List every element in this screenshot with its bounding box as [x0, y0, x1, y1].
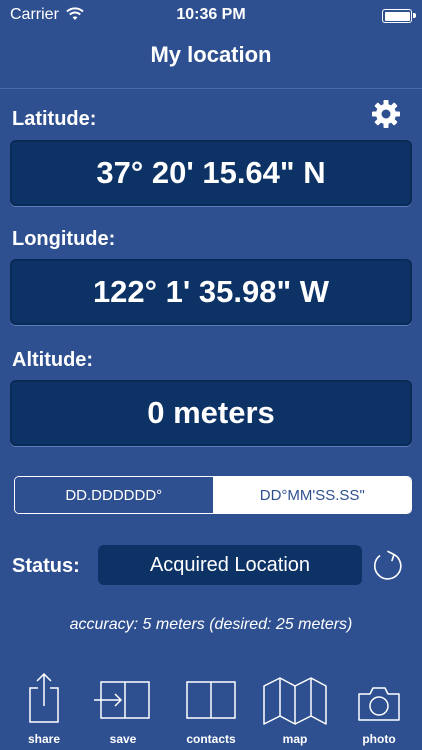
bottom-toolbar: share save contacts map photo [0, 668, 422, 750]
altitude-label: Altitude: [12, 349, 94, 371]
contacts-book-icon [186, 681, 236, 719]
map-button[interactable]: map [262, 668, 328, 746]
status-value: Acquired Location [149, 553, 311, 576]
coordinate-format-toggle: DD.DDDDDD° DD°MM'SS.SS" [14, 476, 412, 514]
latitude-value: 37° 20' 15.64" N [96, 155, 326, 190]
save-icon [94, 681, 150, 719]
longitude-value: 122° 1' 35.98" W [92, 274, 330, 309]
save-label: save [109, 732, 137, 746]
nav-divider [0, 88, 422, 89]
share-icon [29, 672, 59, 723]
format-option-decimal[interactable]: DD.DDDDDD° [15, 477, 214, 513]
save-button[interactable]: save [92, 668, 154, 746]
format-option-dms[interactable]: DD°MM'SS.SS" [213, 477, 411, 513]
contacts-button[interactable]: contacts [184, 668, 238, 746]
settings-gear-icon[interactable] [370, 98, 402, 130]
latitude-value-box: 37° 20' 15.64" N [10, 140, 412, 206]
photo-label: photo [362, 732, 396, 746]
map-label: map [282, 732, 308, 746]
camera-icon [358, 687, 400, 721]
contacts-label: contacts [186, 732, 236, 746]
accuracy-text: accuracy: 5 meters (desired: 25 meters) [69, 616, 353, 633]
page-title: My location [150, 42, 272, 67]
status-bar: Carrier 10:36 PM [0, 0, 422, 32]
longitude-value-box: 122° 1' 35.98" W [10, 259, 412, 325]
battery-icon [382, 9, 416, 23]
longitude-label: Longitude: [12, 228, 116, 250]
map-icon [263, 677, 327, 725]
status-label: Status: [12, 555, 80, 577]
altitude-value-box: 0 meters [10, 380, 412, 446]
share-label: share [27, 732, 61, 746]
latitude-label: Latitude: [12, 108, 97, 130]
status-box: Acquired Location [98, 545, 362, 585]
photo-button[interactable]: photo [356, 668, 402, 746]
altitude-value: 0 meters [147, 395, 275, 430]
share-button[interactable]: share [24, 668, 64, 746]
refresh-icon[interactable] [368, 546, 408, 586]
clock-time: 10:36 PM [176, 6, 246, 23]
